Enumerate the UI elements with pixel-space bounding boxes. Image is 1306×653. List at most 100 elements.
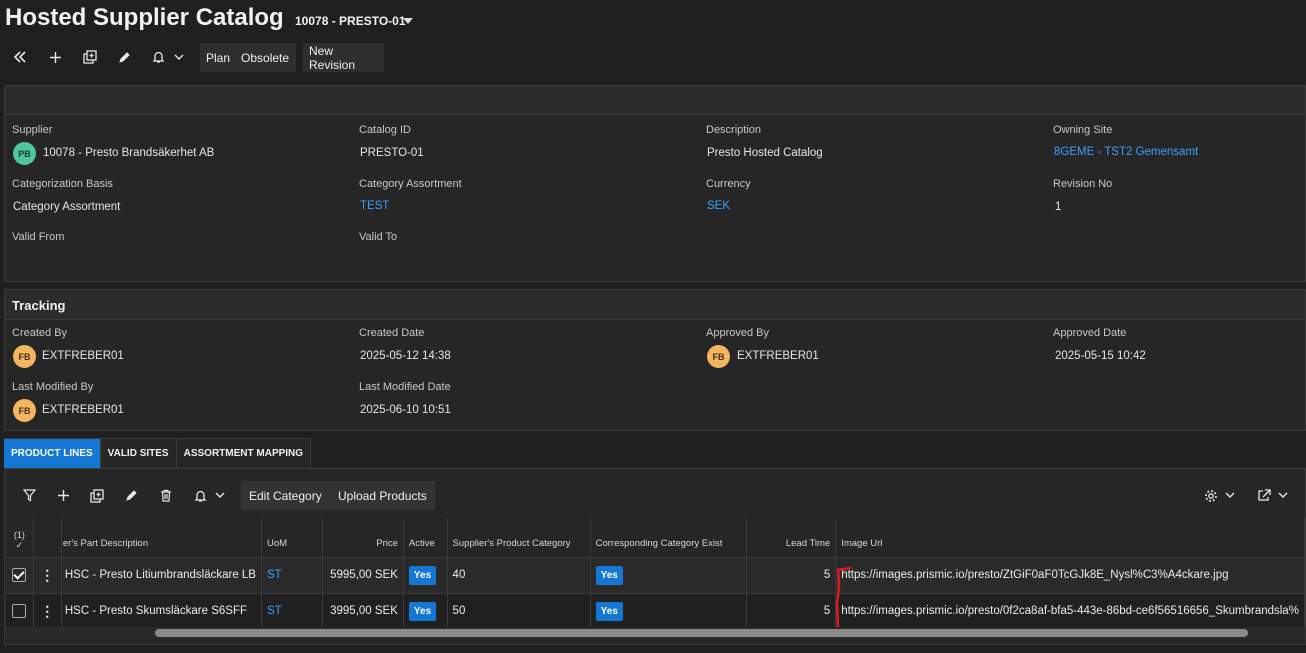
table-header-row: (1) ✓ er's Part Description UoM Price Ac… — [6, 517, 1305, 558]
chevron-down-icon[interactable] — [1275, 481, 1291, 510]
duplicate-icon[interactable] — [85, 481, 109, 510]
upload-products-button[interactable]: Upload Products — [330, 481, 435, 510]
checkbox[interactable] — [12, 568, 27, 582]
tab-valid-sites[interactable]: VALID SITES — [100, 438, 177, 468]
bell-icon[interactable] — [188, 481, 212, 510]
lead-time-cell: 5 — [746, 593, 837, 630]
price-cell: 3995,00 SEK — [322, 593, 404, 630]
more-vertical-icon[interactable]: ⋮ — [33, 593, 62, 630]
last-modified-by-value: EXTFREBER01 — [42, 404, 124, 416]
currency-link[interactable]: SEK — [707, 200, 730, 212]
created-by-label: Created By — [12, 327, 68, 339]
chevron-down-icon[interactable] — [165, 43, 193, 71]
avatar: FB — [707, 345, 730, 368]
active-badge: Yes — [408, 601, 437, 621]
obsolete-button[interactable]: Obsolete — [241, 51, 289, 65]
owning-site-link[interactable]: 8GEME - TST2 Gemensamt — [1054, 146, 1198, 158]
table-row[interactable]: ⋮ HSC - Presto Litiumbrandsläckare LB ST… — [6, 557, 1305, 594]
checkbox[interactable] — [12, 604, 27, 618]
approved-date-value: 2025-05-15 10:42 — [1055, 350, 1146, 362]
category-assortment-link[interactable]: TEST — [360, 200, 389, 212]
description-cell: HSC - Presto Skumsläckare S6SFF — [61, 593, 262, 630]
edit-icon[interactable] — [110, 43, 138, 71]
chevron-down-icon[interactable] — [403, 18, 413, 24]
corresponding-badge: Yes — [595, 601, 623, 621]
export-icon[interactable] — [1254, 481, 1274, 510]
tab-assortment-mapping[interactable]: ASSORTMENT MAPPING — [176, 438, 312, 468]
avatar: FB — [13, 345, 36, 368]
gear-icon[interactable] — [1201, 481, 1221, 510]
page-title: Hosted Supplier Catalog — [5, 4, 284, 31]
details-panel-header — [5, 86, 1305, 115]
duplicate-icon[interactable] — [76, 43, 104, 71]
more-vertical-icon[interactable]: ⋮ — [33, 557, 62, 594]
currency-label: Currency — [706, 178, 751, 190]
valid-from-label: Valid From — [12, 231, 65, 243]
column-header-price[interactable]: Price — [322, 517, 404, 558]
category-assortment-label: Category Assortment — [359, 178, 462, 190]
chevron-down-icon[interactable] — [1222, 481, 1238, 510]
catalog-id-label: Catalog ID — [359, 124, 411, 136]
row-select-cell[interactable] — [6, 593, 34, 630]
row-select-cell[interactable] — [6, 557, 34, 594]
column-header-lead-time[interactable]: Lead Time — [746, 517, 837, 558]
created-date-value: 2025-05-12 14:38 — [360, 350, 451, 362]
column-header-supplier-category[interactable]: Supplier's Product Category — [447, 517, 591, 558]
description-value: Presto Hosted Catalog — [707, 147, 823, 159]
column-header-uom[interactable]: UoM — [261, 517, 324, 558]
lead-time-cell: 5 — [746, 557, 837, 594]
description-label: Description — [706, 124, 762, 136]
supplier-category-cell: 40 — [447, 557, 591, 594]
row-menu-header — [33, 517, 62, 558]
collapse-left-icon[interactable] — [6, 43, 34, 71]
active-cell: Yes — [403, 557, 448, 594]
select-all-header[interactable]: (1) ✓ — [6, 517, 34, 558]
edit-category-button[interactable]: Edit Category — [241, 481, 330, 510]
column-header-image-url[interactable]: Image Url — [835, 517, 1305, 558]
revision-no-label: Revision No — [1053, 178, 1113, 190]
revision-no-value: 1 — [1055, 201, 1062, 213]
table-row[interactable]: ⋮ HSC - Presto Skumsläckare S6SFF ST 399… — [6, 593, 1305, 630]
add-icon[interactable] — [41, 43, 69, 71]
last-modified-date-label: Last Modified Date — [359, 381, 451, 393]
column-header-active[interactable]: Active — [403, 517, 448, 558]
column-header-description[interactable]: er's Part Description — [61, 517, 262, 558]
corresponding-cell: Yes — [590, 593, 748, 630]
owning-site-label: Owning Site — [1053, 124, 1113, 136]
edit-icon[interactable] — [119, 481, 143, 510]
new-revision-button[interactable]: New Revision — [303, 43, 384, 72]
approved-date-label: Approved Date — [1053, 327, 1127, 339]
product-lines-table: (1) ✓ er's Part Description UoM Price Ac… — [6, 517, 1305, 630]
plan-button[interactable]: Plan — [206, 51, 230, 65]
scrollbar-thumb[interactable] — [155, 629, 1248, 637]
description-cell: HSC - Presto Litiumbrandsläckare LB — [61, 557, 262, 594]
corresponding-cell: Yes — [590, 557, 748, 594]
add-icon[interactable] — [51, 481, 75, 510]
active-cell: Yes — [403, 593, 448, 630]
image-url-cell: https://images.prismic.io/presto/0f2ca8a… — [835, 593, 1305, 630]
valid-to-label: Valid To — [359, 231, 398, 243]
annotation-bracket-icon — [835, 566, 866, 632]
image-url-cell: https://images.prismic.io/presto/ZtGiF0a… — [835, 557, 1305, 594]
categorization-basis-label: Categorization Basis — [12, 178, 113, 190]
uom-link[interactable]: ST — [261, 557, 324, 594]
chevron-down-icon[interactable] — [210, 481, 230, 510]
filter-icon[interactable] — [17, 481, 41, 510]
created-by-value: EXTFREBER01 — [42, 350, 124, 362]
record-selector[interactable]: 10078 - PRESTO-01 — [295, 14, 406, 28]
price-cell: 5995,00 SEK — [322, 557, 404, 594]
categorization-basis-value: Category Assortment — [13, 201, 121, 213]
uom-link[interactable]: ST — [261, 593, 324, 630]
column-header-corresponding-category[interactable]: Corresponding Category Exist — [590, 517, 748, 558]
selection-count: (1) — [13, 529, 25, 540]
check-icon: ✓ — [15, 539, 24, 550]
product-lines-grid: Edit Category Upload Products (1) ✓ er's… — [4, 468, 1306, 645]
created-date-label: Created Date — [359, 327, 425, 339]
delete-icon[interactable] — [154, 481, 178, 510]
supplier-value[interactable]: 10078 - Presto Brandsäkerhet AB — [43, 147, 214, 159]
catalog-id-value: PRESTO-01 — [360, 147, 424, 159]
last-modified-date-value: 2025-06-10 10:51 — [360, 404, 451, 416]
tab-product-lines[interactable]: PRODUCT LINES — [4, 438, 101, 468]
tab-bar: PRODUCT LINES VALID SITES ASSORTMENT MAP… — [4, 438, 312, 468]
avatar: PB — [13, 142, 36, 165]
